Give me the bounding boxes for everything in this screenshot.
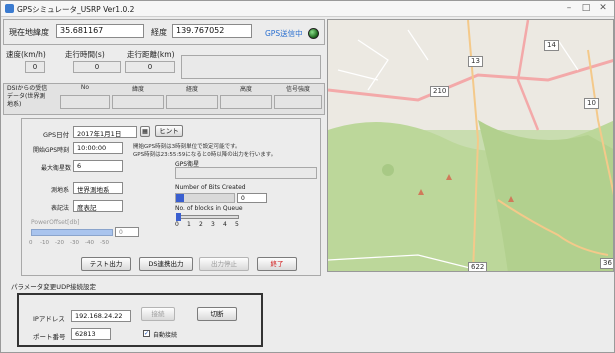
gps-satellite-display	[175, 167, 317, 179]
power-tick: -40	[85, 240, 94, 246]
status-led-icon	[308, 28, 319, 39]
app-window: GPSシミュレータ_USRP Ver1.0.2 – □ ✕ 現在地 緯度 35.…	[0, 0, 615, 353]
map-route-label: 36	[600, 258, 613, 269]
blocks-tick: 5	[235, 221, 239, 228]
satellites-label: 最大衛星数	[41, 165, 72, 172]
position-label: 現在地	[9, 28, 33, 37]
blocks-ticks: 0 1 2 3 4 5	[175, 221, 245, 229]
dsi-col-lon: 経度	[185, 86, 198, 93]
longitude-label: 経度	[151, 28, 167, 37]
blocks-slider[interactable]	[176, 213, 239, 221]
dsi-col-alt: 高度	[239, 86, 252, 93]
power-offset-slider[interactable]	[31, 229, 113, 236]
ds-output-button[interactable]: DS連携出力	[139, 257, 193, 271]
power-tick: -30	[70, 240, 79, 246]
bits-value: 0	[237, 193, 267, 203]
ip-field[interactable]: 192.168.24.22	[71, 310, 131, 322]
blocks-tick: 3	[211, 221, 215, 228]
park-area	[382, 164, 394, 176]
window-title: GPSシミュレータ_USRP Ver1.0.2	[17, 5, 135, 14]
port-label: ポート番号	[33, 333, 66, 341]
blocks-tick: 4	[223, 221, 227, 228]
power-offset-value[interactable]: 0	[115, 227, 139, 237]
stop-output-button[interactable]: 出力停止	[199, 257, 249, 271]
maximize-icon[interactable]: □	[578, 2, 594, 15]
gps-date-field[interactable]: 2017年1月1日	[73, 126, 137, 138]
hint-button[interactable]: ヒント	[155, 125, 183, 137]
speed-label: 速度(km/h)	[6, 50, 46, 59]
power-tick: -50	[100, 240, 109, 246]
map-route-label: 622	[468, 262, 488, 271]
status-text: GPS送信中	[265, 29, 303, 38]
start-time-field[interactable]: 10:00:00	[73, 142, 123, 154]
dsi-alt-field	[220, 95, 272, 109]
map-route-label: 210	[430, 86, 450, 97]
connect-button[interactable]: 接続	[141, 307, 175, 321]
map-route-label: 14	[544, 40, 559, 51]
dsi-lat-field	[112, 95, 164, 109]
end-button[interactable]: 終了	[257, 257, 297, 271]
app-icon	[5, 4, 14, 13]
test-output-button[interactable]: テスト出力	[81, 257, 131, 271]
gps-date-label: GPS日付	[43, 131, 70, 139]
bits-bar	[175, 193, 235, 203]
satellites-field[interactable]: 6	[73, 160, 123, 172]
control-panel: 現在地 緯度 35.681167 経度 139.767052 GPS送信中 速度…	[3, 19, 325, 352]
map-route-label: 13	[468, 56, 483, 67]
auto-connect-checkbox[interactable]: ✓	[143, 330, 150, 337]
title-bar: GPSシミュレータ_USRP Ver1.0.2 – □ ✕	[1, 1, 614, 17]
calendar-icon[interactable]: ▦	[140, 126, 150, 137]
minimize-icon[interactable]: –	[561, 2, 577, 15]
notation-label: 表記法	[51, 205, 70, 212]
udp-group-label: パラメータ変更UDP接続設定	[11, 283, 96, 291]
latitude-label: 緯度	[33, 28, 49, 37]
note-line-1: 開始GPS時刻は3時刻単位で設定可能です。	[133, 144, 241, 150]
dsi-no-field	[60, 95, 110, 109]
geodetic-label: 測地系	[51, 187, 70, 194]
urban-area	[328, 20, 613, 130]
blocks-label: No. of blocks in Queue	[175, 205, 243, 212]
speed-value: 0	[25, 61, 45, 73]
close-icon[interactable]: ✕	[595, 2, 611, 15]
disconnect-button[interactable]: 切断	[197, 307, 237, 321]
geodetic-field[interactable]: 世界測地系	[73, 182, 123, 194]
dsi-signal-field	[274, 95, 322, 109]
dsi-col-signal: 信号強度	[285, 86, 310, 93]
note-line-2: GPS時刻は23:55:59になると0時以降の出力を行います。	[133, 152, 277, 158]
map-route-label: 10	[584, 98, 599, 109]
time-value: 0	[73, 61, 121, 73]
port-field[interactable]: 62813	[71, 328, 111, 340]
info-display	[181, 55, 321, 79]
blocks-tick: 2	[199, 221, 203, 228]
latitude-field[interactable]: 35.681167	[56, 24, 144, 38]
dsi-group: DSIからの受信データ(世界測地系) No 緯度 経度 高度 信号強度	[3, 83, 325, 115]
power-tick: -10	[40, 240, 49, 246]
blocks-tick: 1	[187, 221, 191, 228]
power-tick: -20	[55, 240, 64, 246]
dsi-lon-field	[166, 95, 218, 109]
bits-label: Number of Bits Created	[175, 184, 246, 191]
blocks-tick: 0	[175, 221, 179, 228]
distance-label: 走行距離(km)	[127, 50, 175, 59]
dsi-col-no: No	[80, 84, 90, 91]
distance-value: 0	[125, 61, 175, 73]
longitude-field[interactable]: 139.767052	[172, 24, 252, 38]
time-label: 走行時間(s)	[65, 50, 105, 59]
ip-label: IPアドレス	[33, 315, 65, 323]
power-offset-label: PowerOffset[db]	[31, 219, 80, 226]
notation-field[interactable]: 度表記	[73, 200, 123, 212]
power-tick: 0	[29, 240, 33, 246]
dsi-label: DSIからの受信データ(世界測地系)	[7, 85, 48, 108]
map-view[interactable]: 210 13 14 10 622 36	[327, 19, 614, 272]
start-time-label: 開始GPS時刻	[33, 147, 70, 154]
auto-connect-label: 自動接続	[153, 332, 178, 339]
dsi-col-lat: 緯度	[131, 86, 144, 93]
power-ticks: 0 -10 -20 -30 -40 -50	[29, 240, 119, 248]
